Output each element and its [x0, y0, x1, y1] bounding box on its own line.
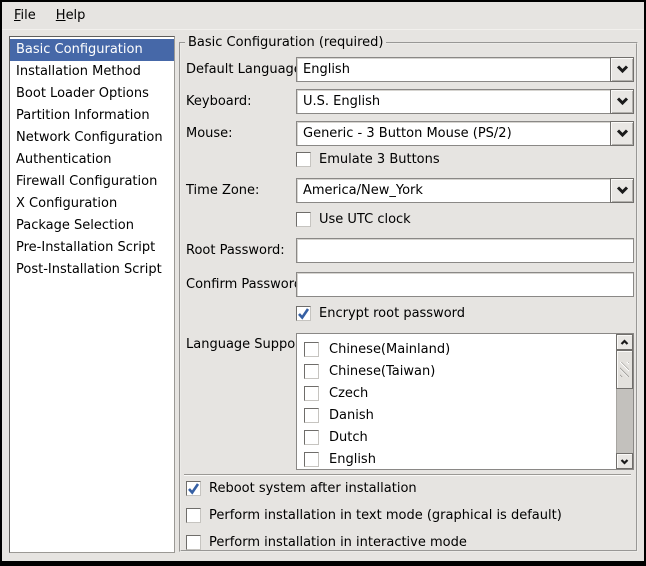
language-options: Chinese(Mainland) Chinese(Taiwan) Czech …	[297, 334, 616, 469]
interactive-mode-installation-checkbox[interactable]: Perform installation in interactive mode	[186, 534, 467, 550]
menu-file-label: ile	[21, 8, 36, 23]
checkbox-box[interactable]	[296, 212, 311, 227]
menu-file[interactable]: File	[4, 3, 46, 28]
menu-help-label: elp	[66, 8, 86, 23]
language-option-label: Danish	[329, 408, 374, 423]
time-zone-value[interactable]: America/New_York	[296, 178, 610, 203]
keyboard-combo[interactable]: U.S. English	[296, 89, 634, 114]
checkbox-box[interactable]	[304, 364, 319, 379]
chevron-down-icon	[620, 458, 629, 465]
menu-help[interactable]: Help	[46, 3, 96, 28]
kickstart-configurator-window: File Help Basic Configuration Installati…	[2, 2, 644, 561]
default-language-label: Default Language:	[186, 57, 306, 82]
interactive-mode-installation-label: Perform installation in interactive mode	[209, 535, 467, 550]
sidebar-item-boot-loader-options[interactable]: Boot Loader Options	[10, 83, 174, 105]
section-list: Basic Configuration Installation Method …	[9, 36, 175, 553]
checkbox-box[interactable]	[304, 342, 319, 357]
mouse-label: Mouse:	[186, 121, 233, 146]
chevron-down-icon	[616, 129, 629, 138]
text-mode-installation-checkbox[interactable]: Perform installation in text mode (graph…	[186, 507, 562, 523]
checkbox-box[interactable]	[304, 452, 319, 467]
sidebar-item-package-selection[interactable]: Package Selection	[10, 215, 174, 237]
mouse-dropdown-button[interactable]	[610, 121, 634, 146]
sidebar-item-installation-method[interactable]: Installation Method	[10, 61, 174, 83]
confirm-password-field[interactable]	[296, 272, 634, 297]
sidebar-item-basic-configuration[interactable]: Basic Configuration	[10, 39, 174, 61]
keyboard-value[interactable]: U.S. English	[296, 89, 610, 114]
sidebar-item-authentication[interactable]: Authentication	[10, 149, 174, 171]
time-zone-combo[interactable]: America/New_York	[296, 178, 634, 203]
frame-legend: Basic Configuration (required)	[185, 35, 386, 50]
time-zone-label: Time Zone:	[186, 178, 259, 203]
emulate-3-buttons-checkbox[interactable]: Emulate 3 Buttons	[296, 150, 440, 168]
horizontal-separator	[184, 474, 631, 476]
use-utc-clock-label: Use UTC clock	[319, 212, 411, 227]
root-password-label: Root Password:	[186, 238, 285, 263]
language-option-danish[interactable]: Danish	[304, 404, 616, 426]
default-language-dropdown-button[interactable]	[610, 57, 634, 82]
language-support-label: Language Support:	[186, 333, 310, 355]
language-option-dutch[interactable]: Dutch	[304, 426, 616, 448]
menu-help-mnemonic: H	[56, 8, 66, 23]
chevron-up-icon	[620, 339, 629, 346]
keyboard-label: Keyboard:	[186, 89, 252, 114]
checkbox-box[interactable]	[186, 535, 201, 550]
language-option-czech[interactable]: Czech	[304, 382, 616, 404]
default-language-combo[interactable]: English	[296, 57, 634, 82]
language-option-label: English	[329, 452, 376, 467]
keyboard-dropdown-button[interactable]	[610, 89, 634, 114]
mouse-value[interactable]: Generic - 3 Button Mouse (PS/2)	[296, 121, 610, 146]
language-list-scrollbar[interactable]	[616, 334, 633, 469]
chevron-down-icon	[616, 186, 629, 195]
sidebar-item-pre-installation-script[interactable]: Pre-Installation Script	[10, 237, 174, 259]
checkbox-box[interactable]	[186, 481, 201, 496]
sidebar-item-firewall-configuration[interactable]: Firewall Configuration	[10, 171, 174, 193]
language-option-label: Czech	[329, 386, 368, 401]
sidebar-item-x-configuration[interactable]: X Configuration	[10, 193, 174, 215]
checkbox-box[interactable]	[304, 408, 319, 423]
use-utc-clock-checkbox[interactable]: Use UTC clock	[296, 210, 411, 228]
scroll-down-button[interactable]	[616, 453, 633, 469]
scrollbar-trough[interactable]	[616, 389, 633, 453]
checkbox-box[interactable]	[296, 152, 311, 167]
language-option-chinese-mainland[interactable]: Chinese(Mainland)	[304, 338, 616, 360]
encrypt-root-password-label: Encrypt root password	[319, 306, 465, 321]
mouse-combo[interactable]: Generic - 3 Button Mouse (PS/2)	[296, 121, 634, 146]
language-option-label: Chinese(Mainland)	[329, 342, 450, 357]
emulate-3-buttons-label: Emulate 3 Buttons	[319, 152, 440, 167]
language-option-label: Chinese(Taiwan)	[329, 364, 435, 379]
reboot-after-installation-label: Reboot system after installation	[209, 481, 417, 496]
time-zone-dropdown-button[interactable]	[610, 178, 634, 203]
encrypt-root-password-checkbox[interactable]: Encrypt root password	[296, 304, 465, 322]
text-mode-installation-label: Perform installation in text mode (graph…	[209, 508, 562, 523]
basic-configuration-frame: Basic Configuration (required) Default L…	[179, 42, 638, 552]
sidebar-item-partition-information[interactable]: Partition Information	[10, 105, 174, 127]
confirm-password-label: Confirm Password:	[186, 272, 306, 297]
language-option-chinese-taiwan[interactable]: Chinese(Taiwan)	[304, 360, 616, 382]
chevron-down-icon	[616, 97, 629, 106]
language-support-list: Chinese(Mainland) Chinese(Taiwan) Czech …	[296, 333, 634, 470]
scrollbar-thumb[interactable]	[616, 350, 633, 389]
scroll-up-button[interactable]	[616, 334, 633, 350]
language-option-english[interactable]: English	[304, 448, 616, 469]
sidebar-item-post-installation-script[interactable]: Post-Installation Script	[10, 259, 174, 281]
default-language-value[interactable]: English	[296, 57, 610, 82]
menubar: File Help	[2, 2, 644, 30]
checkbox-box[interactable]	[186, 508, 201, 523]
sidebar-item-network-configuration[interactable]: Network Configuration	[10, 127, 174, 149]
checkbox-box[interactable]	[304, 386, 319, 401]
language-option-label: Dutch	[329, 430, 368, 445]
checkbox-box[interactable]	[296, 306, 311, 321]
chevron-down-icon	[616, 65, 629, 74]
checkbox-box[interactable]	[304, 430, 319, 445]
reboot-after-installation-checkbox[interactable]: Reboot system after installation	[186, 480, 417, 496]
root-password-field[interactable]	[296, 238, 634, 263]
